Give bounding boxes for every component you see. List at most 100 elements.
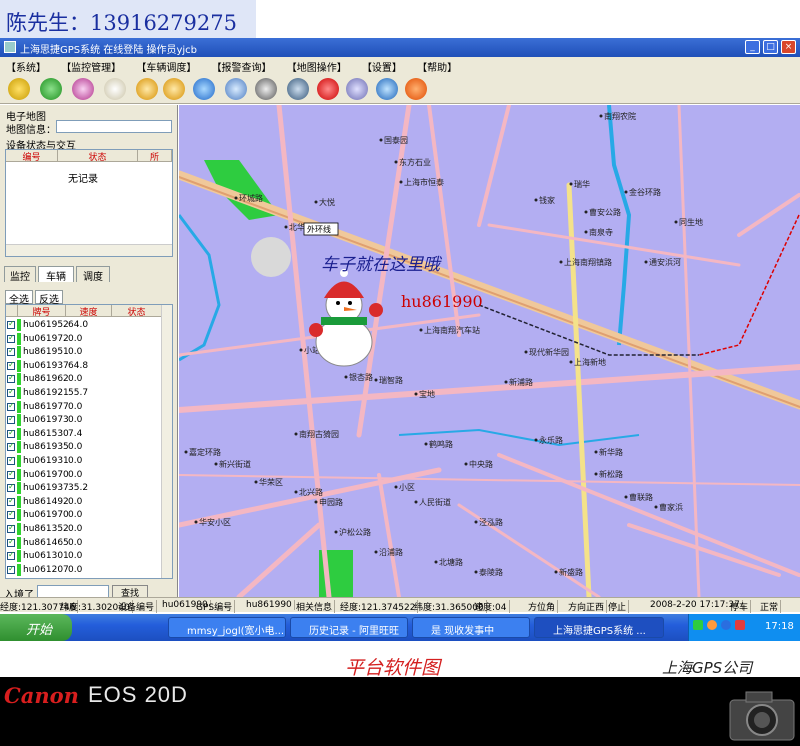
vehicle-row[interactable]: hu8613520.0 [6, 523, 162, 536]
vehicle-checkbox[interactable] [7, 496, 15, 506]
status-col-state[interactable]: 状态 [58, 150, 138, 163]
connect-icon[interactable] [376, 78, 398, 100]
vehicle-checkbox[interactable] [7, 509, 15, 520]
status-col-extra[interactable]: 所 [138, 150, 172, 163]
zoom-in-icon[interactable] [136, 78, 158, 100]
network-icon[interactable] [693, 620, 703, 630]
place-label: 嘉定环路 [189, 447, 221, 457]
vehicle-checkbox[interactable] [7, 360, 15, 370]
status-field: 经度:121.374522 [340, 600, 419, 613]
key-icon[interactable] [8, 78, 30, 100]
stop-icon[interactable] [405, 78, 427, 100]
vehicle-row[interactable]: hu8619770.0 [6, 400, 162, 414]
vehicle-checkbox[interactable] [7, 564, 15, 574]
menu-settings[interactable]: 【设置】 [356, 57, 408, 74]
vehicle-checkbox[interactable] [7, 550, 15, 561]
menu-map[interactable]: 【地图操作】 [281, 57, 353, 74]
phone-icon[interactable] [317, 78, 339, 100]
clock[interactable]: 17:18 [765, 621, 794, 632]
vehicle-row[interactable]: hu0619700.0 [6, 509, 162, 522]
vehicle-row[interactable]: hu8619620.0 [6, 373, 162, 386]
menu-alarm[interactable]: 【报警查询】 [206, 57, 278, 74]
track-icon[interactable] [287, 78, 309, 100]
vehicle-row[interactable]: hu8615307.4 [6, 427, 162, 441]
vehicle-row[interactable]: hu0619310.0 [6, 455, 162, 468]
vehicle-row[interactable]: hu8614920.0 [6, 495, 162, 509]
user-icon[interactable] [346, 78, 368, 100]
status-col-id[interactable]: 编号 [6, 150, 58, 163]
pointer-icon[interactable] [40, 78, 62, 100]
messenger-icon[interactable] [707, 620, 717, 630]
vehicle-checkbox[interactable] [7, 319, 15, 329]
vehicle-row[interactable]: hu8619350.0 [6, 441, 162, 454]
vehicle-checkbox[interactable] [7, 401, 15, 411]
vehicle-speed: 7.4 [68, 428, 83, 439]
invert-selection-button[interactable]: 反选 [35, 290, 63, 306]
task-item-2[interactable]: 历史记录 - 阿里旺旺 [290, 617, 408, 638]
zoom-out-icon[interactable] [163, 78, 185, 100]
vehicle-col-status[interactable]: 状态 [112, 305, 162, 318]
menu-help[interactable]: 【帮助】 [411, 57, 463, 74]
status-field: 方位角 [528, 600, 559, 613]
refresh-icon[interactable] [193, 78, 215, 100]
vehicle-checkbox[interactable] [7, 537, 15, 547]
contact-banner: 陈先生：13916279275 [0, 0, 256, 38]
vehicle-row[interactable]: hu06193735.2 [6, 482, 162, 495]
status-horizontal-scrollbar[interactable] [6, 244, 172, 256]
volume-icon[interactable] [735, 620, 745, 630]
select-all-button[interactable]: 全选 [5, 290, 33, 306]
menu-dispatch[interactable]: 【车辆调度】 [130, 57, 202, 74]
task-item-3[interactable]: 是 现收发事中 [412, 617, 530, 638]
wand-icon[interactable] [72, 78, 94, 100]
window-title-bar[interactable]: 上海思捷GPS系统 在线登陆 操作员yjcb _ □ × [0, 38, 800, 57]
place-marker [504, 380, 508, 384]
task-item-1[interactable]: mmsy_jogl(宽小电... [168, 617, 286, 638]
measure-icon[interactable] [255, 78, 277, 100]
vehicle-vertical-scrollbar[interactable] [161, 305, 172, 578]
vehicle-table[interactable]: 牌号 速度 状态 hu06195264.0hu0619720.0hu861951… [5, 304, 173, 579]
vehicle-checkbox[interactable] [7, 441, 15, 452]
vehicle-row[interactable]: hu8619510.0 [6, 346, 162, 359]
ruler-icon[interactable] [225, 78, 247, 100]
vehicle-checkbox[interactable] [7, 455, 15, 465]
vehicle-row[interactable]: hu8614650.0 [6, 536, 162, 550]
vehicle-checkbox[interactable] [7, 482, 15, 493]
device-status-list[interactable]: 编号 状态 所 无记录 [5, 149, 173, 257]
vehicle-checkbox[interactable] [7, 414, 15, 425]
vehicle-row[interactable]: hu0613010.0 [6, 550, 162, 563]
tab-monitor[interactable]: 监控 [4, 266, 36, 283]
vehicle-col-speed[interactable]: 速度 [66, 305, 112, 318]
maximize-button[interactable]: □ [763, 40, 778, 54]
place-label: 沿浦路 [379, 547, 403, 557]
vehicle-row[interactable]: hu06193764.8 [6, 359, 162, 373]
vehicle-checkbox[interactable] [7, 373, 15, 384]
hand-icon[interactable] [104, 78, 126, 100]
vehicle-checkbox[interactable] [7, 469, 15, 479]
close-button[interactable]: × [781, 40, 796, 54]
place-label: 泰陵路 [479, 567, 503, 577]
map-name-field[interactable] [56, 120, 172, 133]
menu-system[interactable]: 【系统】 [0, 57, 52, 74]
place-label: 南泉寺 [589, 227, 613, 237]
vehicle-checkbox[interactable] [7, 428, 15, 438]
menu-monitor[interactable]: 【监控管理】 [55, 57, 127, 74]
vehicle-checkbox[interactable] [7, 523, 15, 533]
minimize-button[interactable]: _ [745, 40, 760, 54]
vehicle-row[interactable]: hu0619730.0 [6, 414, 162, 427]
start-button[interactable]: 开始 [0, 614, 72, 641]
tab-dispatch[interactable]: 调度 [76, 266, 110, 283]
vehicle-row[interactable]: hu86192155.7 [6, 387, 162, 400]
vehicle-row[interactable]: hu0612070.0 [6, 563, 162, 577]
vehicle-row[interactable]: hu06195264.0 [6, 319, 162, 332]
tab-vehicles[interactable]: 车辆 [38, 266, 74, 283]
input-method-icon[interactable] [721, 620, 731, 630]
map-view[interactable]: 南翔农院 国泰园 东方石业 上海市恒泰 瑞华 曹安公路 北华路 环城路 南泉寺 钱家 大悦 通安浜河金… [174, 102, 800, 600]
vehicle-row[interactable]: hu0619720.0 [6, 332, 162, 346]
task-item-4[interactable]: 上海思捷GPS系统 ... [534, 617, 664, 638]
vehicle-checkbox[interactable] [7, 333, 15, 343]
map-canvas[interactable]: 南翔农院国泰园东方石业上海市恒泰 瑞华曹安公路北华路环城路南泉寺钱家大悦通安浜河金… [174, 102, 800, 600]
vehicle-col-plate[interactable]: 牌号 [18, 305, 66, 318]
vehicle-checkbox[interactable] [7, 346, 15, 357]
vehicle-row[interactable]: hu0619700.0 [6, 468, 162, 482]
vehicle-checkbox[interactable] [7, 387, 15, 397]
